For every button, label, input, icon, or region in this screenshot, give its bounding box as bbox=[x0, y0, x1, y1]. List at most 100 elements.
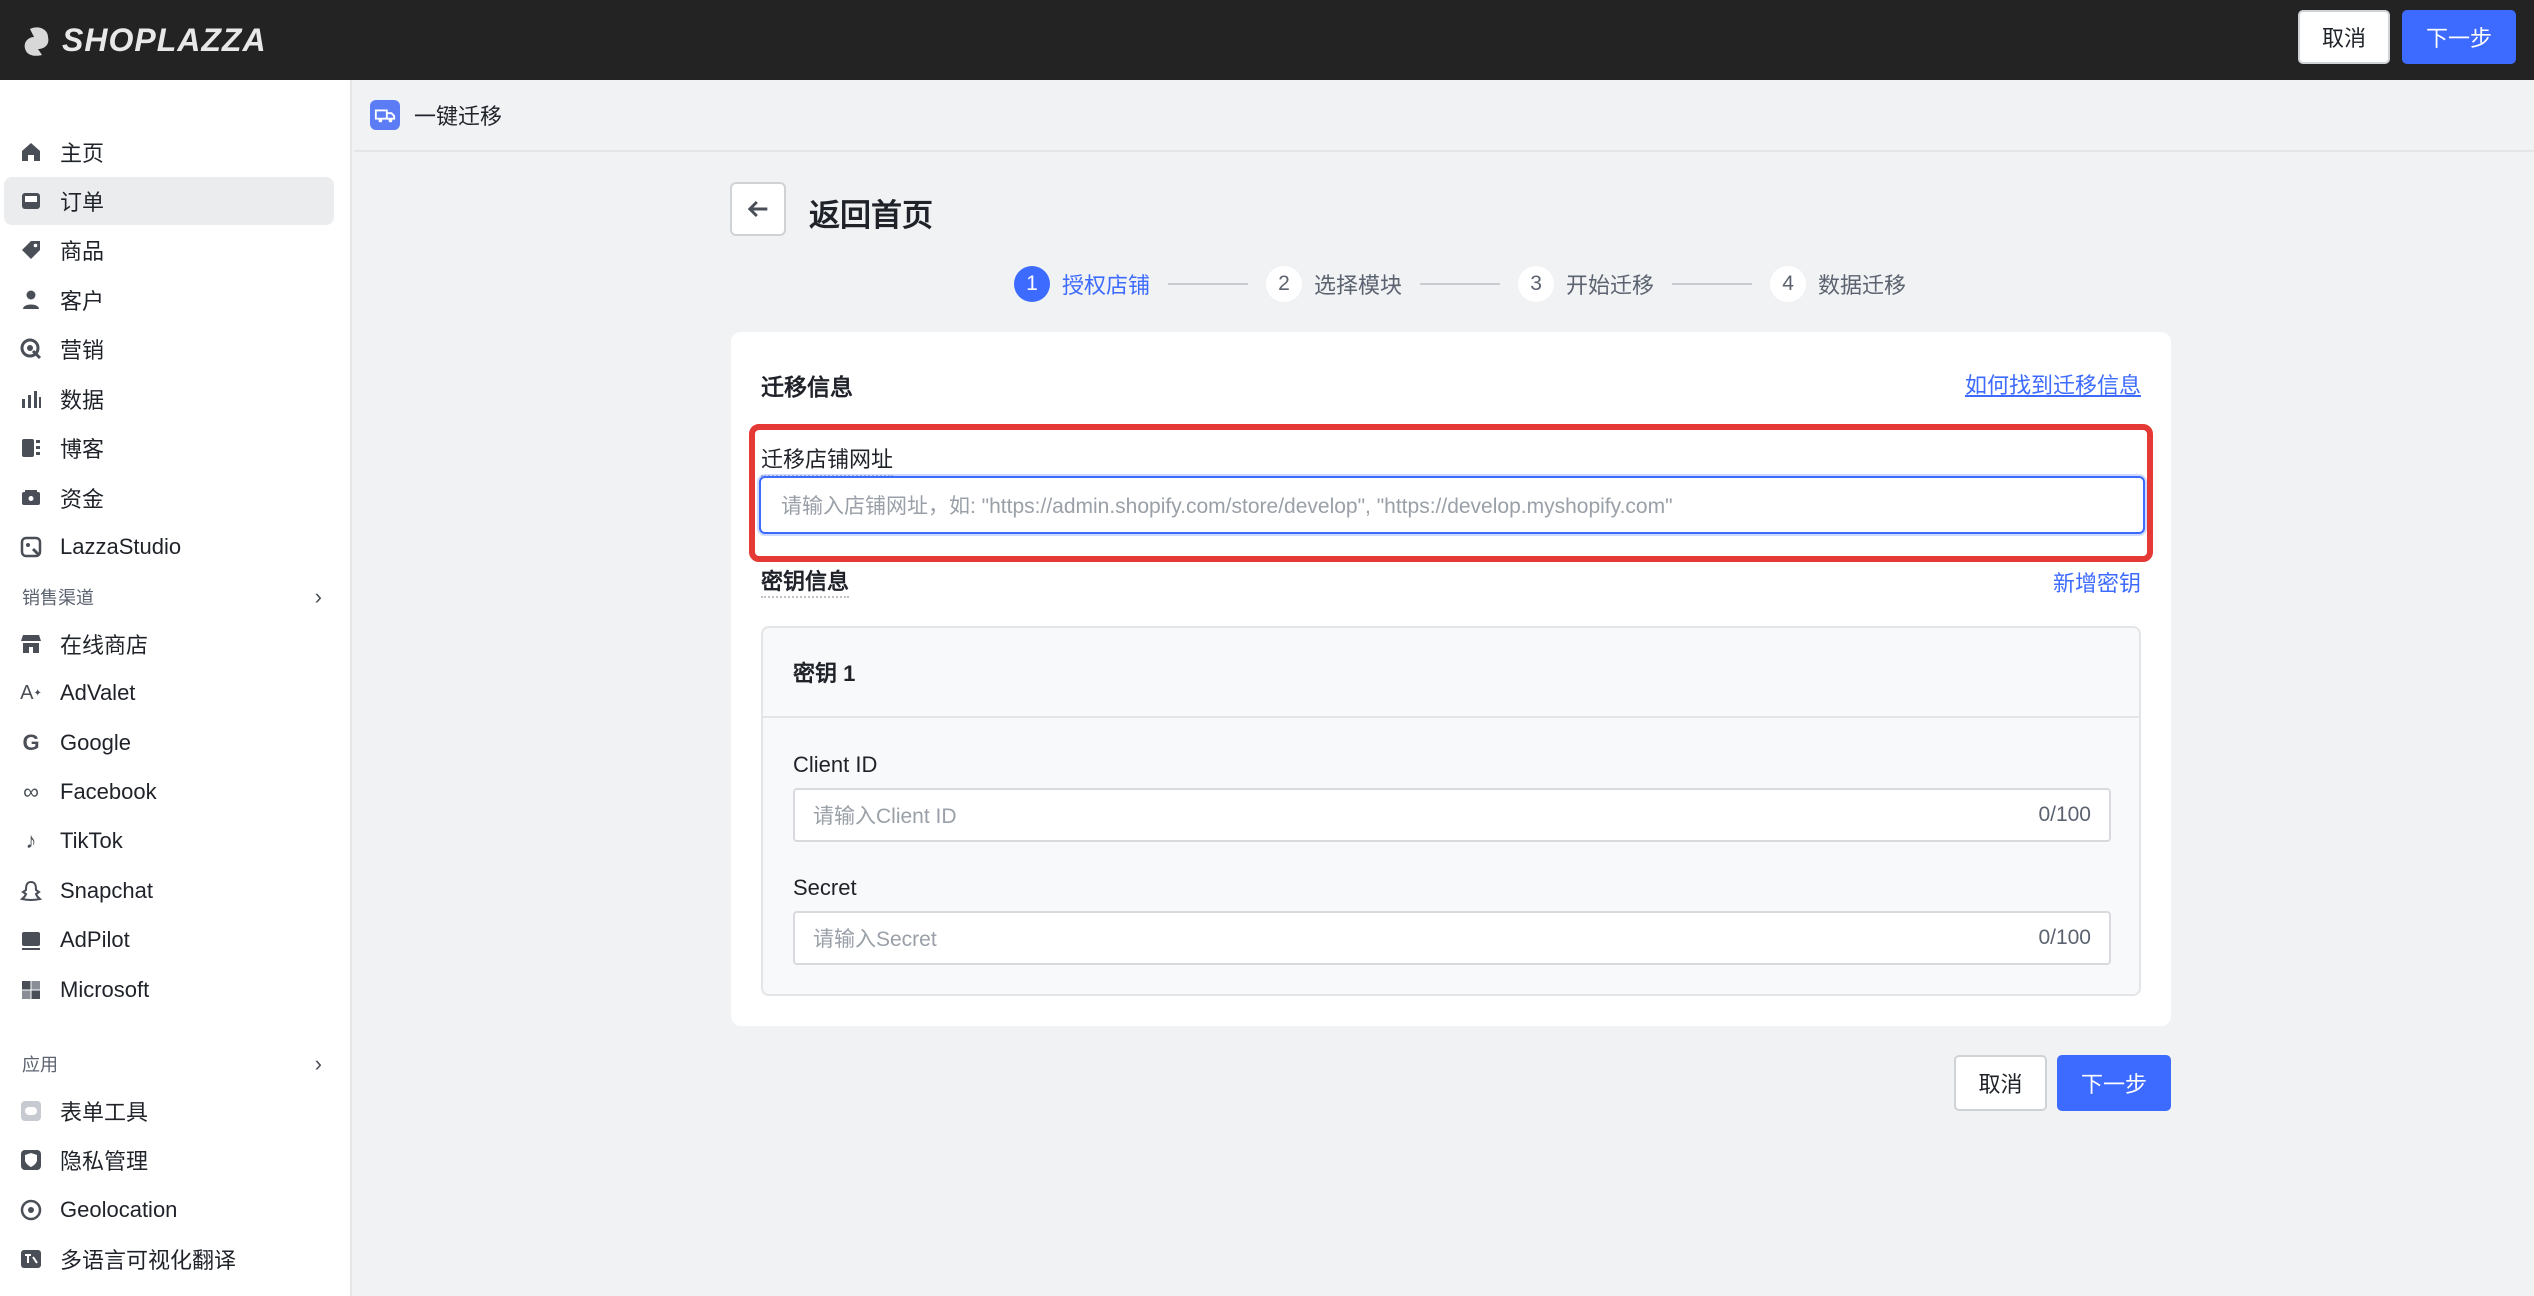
secret-label: Secret bbox=[793, 875, 857, 900]
sidebar-item-label: 资金 bbox=[60, 487, 105, 512]
microsoft-icon bbox=[18, 977, 44, 1003]
footer-cancel-button[interactable]: 取消 bbox=[1954, 1055, 2047, 1111]
sidebar-item-label: Facebook bbox=[60, 779, 157, 804]
stepper: 1 授权店铺 2 选择模块 3 开始迁移 4 数据迁移 bbox=[1014, 266, 1906, 302]
sidebar-item-label: Microsoft bbox=[60, 977, 150, 1002]
key-box: 密钥 1 Client ID 请输入Client ID 0/100 Secret… bbox=[761, 626, 2141, 996]
person-icon bbox=[18, 287, 44, 313]
step-label: 授权店铺 bbox=[1062, 273, 1151, 298]
step-number: 3 bbox=[1518, 266, 1555, 302]
add-key-link[interactable]: 新增密钥 bbox=[2053, 566, 2141, 598]
sidebar-item-label: 在线商店 bbox=[60, 633, 149, 658]
next-step-button[interactable]: 下一步 bbox=[2402, 10, 2516, 64]
sidebar-item-advalet[interactable]: A ✦ AdValet bbox=[4, 669, 334, 717]
form-icon bbox=[18, 1098, 44, 1124]
step-label: 数据迁移 bbox=[1818, 273, 1907, 298]
step-connector bbox=[1168, 283, 1249, 285]
sidebar-item-orders[interactable]: 订单 bbox=[4, 177, 334, 225]
sidebar-item-blog[interactable]: 博客 bbox=[4, 424, 334, 472]
sidebar-item-lazzastudio[interactable]: LazzaStudio bbox=[4, 523, 334, 571]
store-url-input[interactable]: 请输入店铺网址，如: "https://admin.shopify.com/st… bbox=[759, 476, 2145, 534]
sidebar-item-label: TikTok bbox=[60, 828, 123, 853]
sidebar-item-products[interactable]: 商品 bbox=[4, 226, 334, 274]
page-title: 返回首页 bbox=[809, 198, 933, 233]
sidebar-item-label: Snapchat bbox=[60, 878, 153, 903]
migration-info-card: 迁移信息 如何找到迁移信息 迁移店铺网址 请输入店铺网址，如: "https:/… bbox=[731, 332, 2171, 1026]
sidebar-item-label: 营销 bbox=[60, 338, 105, 363]
sidebar-item-label: 主页 bbox=[60, 141, 105, 166]
step-label: 选择模块 bbox=[1314, 273, 1403, 298]
translate-icon bbox=[18, 1246, 44, 1272]
sidebar-item-geolocation[interactable]: Geolocation bbox=[4, 1186, 334, 1234]
key-box-title: 密钥 1 bbox=[763, 628, 2139, 718]
sidebar-item-label: 多语言可视化翻译 bbox=[60, 1248, 237, 1273]
step-connector bbox=[1672, 283, 1753, 285]
apps-title: 应用 bbox=[22, 1055, 58, 1075]
store-url-label: 迁移店铺网址 bbox=[761, 442, 894, 477]
arrow-left-icon bbox=[747, 200, 768, 218]
sidebar-item-home[interactable]: 主页 bbox=[4, 128, 334, 176]
shield-icon bbox=[18, 1147, 44, 1173]
sidebar-item-finance[interactable]: 资金 bbox=[4, 474, 334, 522]
sidebar-item-customers[interactable]: 客户 bbox=[4, 276, 334, 324]
adpilot-icon bbox=[18, 927, 44, 953]
sidebar-item-facebook[interactable]: ∞ Facebook bbox=[4, 768, 334, 816]
page-header-title: 一键迁移 bbox=[414, 104, 503, 129]
client-id-label: Client ID bbox=[793, 752, 878, 777]
bar-chart-icon bbox=[18, 386, 44, 412]
sidebar-item-label: Geolocation bbox=[60, 1197, 178, 1222]
footer-next-button[interactable]: 下一步 bbox=[2057, 1055, 2171, 1111]
geolocation-icon bbox=[18, 1197, 44, 1223]
sidebar-item-online-store[interactable]: 在线商店 bbox=[4, 620, 334, 668]
step-connector bbox=[1420, 283, 1501, 285]
store-icon bbox=[18, 631, 44, 657]
sidebar-item-adpilot[interactable]: AdPilot bbox=[4, 916, 334, 964]
client-id-input[interactable]: 请输入Client ID 0/100 bbox=[793, 788, 2111, 842]
sidebar-item-label: 商品 bbox=[60, 239, 105, 264]
back-button[interactable] bbox=[730, 182, 786, 236]
truck-icon bbox=[370, 100, 400, 130]
sidebar-item-marketing[interactable]: 营销 bbox=[4, 325, 334, 373]
studio-icon bbox=[18, 534, 44, 560]
advalet-icon: A ✦ bbox=[20, 681, 42, 704]
sales-channels-header[interactable]: 销售渠道 › bbox=[22, 584, 322, 610]
blog-icon bbox=[18, 435, 44, 461]
sidebar-item-google[interactable]: G Google bbox=[4, 719, 334, 767]
card-title: 迁移信息 bbox=[761, 374, 853, 400]
sidebar: 主页 订单 商品 客户 营销 数据 博客 资金 LazzaStudio 销售渠道… bbox=[0, 80, 352, 1296]
chevron-right-icon: › bbox=[314, 1051, 322, 1076]
page-header: 一键迁移 bbox=[354, 80, 2534, 152]
sidebar-item-label: 博客 bbox=[60, 437, 105, 462]
sidebar-item-snapchat[interactable]: Snapchat bbox=[4, 867, 334, 915]
shoplazza-logo-icon bbox=[24, 27, 49, 56]
sidebar-item-analytics[interactable]: 数据 bbox=[4, 375, 334, 423]
secret-input[interactable]: 请输入Secret 0/100 bbox=[793, 911, 2111, 965]
secret-counter: 0/100 bbox=[2038, 926, 2091, 949]
cancel-button[interactable]: 取消 bbox=[2298, 10, 2390, 64]
sidebar-item-label: LazzaStudio bbox=[60, 534, 182, 559]
apps-header[interactable]: 应用 › bbox=[22, 1051, 322, 1077]
shoplazza-logo[interactable]: SHOPLAZZA bbox=[20, 20, 267, 60]
step-start-migration: 3 开始迁移 bbox=[1518, 266, 1654, 302]
inbox-icon bbox=[18, 188, 44, 214]
secret-placeholder: 请输入Secret bbox=[813, 928, 937, 951]
top-bar: SHOPLAZZA 取消 下一步 bbox=[0, 0, 2534, 80]
client-id-placeholder: 请输入Client ID bbox=[813, 805, 957, 828]
sidebar-item-label: 客户 bbox=[60, 289, 105, 314]
sidebar-item-translate[interactable]: 多语言可视化翻译 bbox=[4, 1235, 334, 1283]
sidebar-item-microsoft[interactable]: Microsoft bbox=[4, 966, 334, 1014]
key-info-title: 密钥信息 bbox=[761, 564, 850, 598]
step-data-migration: 4 数据迁移 bbox=[1770, 266, 1906, 302]
google-icon: G bbox=[22, 730, 40, 755]
sidebar-item-label: 订单 bbox=[60, 190, 105, 215]
sidebar-item-tiktok[interactable]: ♪ TikTok bbox=[4, 817, 334, 865]
step-number: 2 bbox=[1266, 266, 1303, 302]
tiktok-icon: ♪ bbox=[25, 828, 37, 853]
sidebar-item-label: AdValet bbox=[60, 680, 136, 705]
meta-icon: ∞ bbox=[23, 779, 39, 804]
sidebar-item-form-tool[interactable]: 表单工具 bbox=[4, 1087, 334, 1135]
sidebar-item-privacy[interactable]: 隐私管理 bbox=[4, 1136, 334, 1184]
step-number: 1 bbox=[1014, 266, 1050, 302]
help-link[interactable]: 如何找到迁移信息 bbox=[1965, 368, 2141, 400]
snapchat-icon bbox=[18, 878, 44, 904]
